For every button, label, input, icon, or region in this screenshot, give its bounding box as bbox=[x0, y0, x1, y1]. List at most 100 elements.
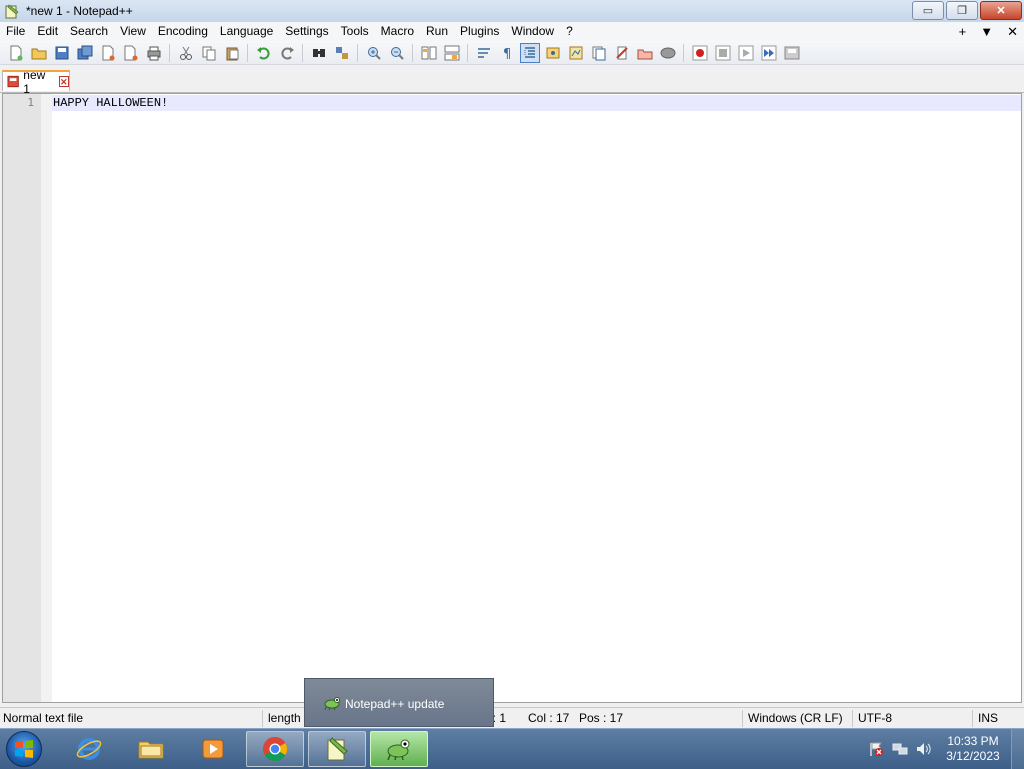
taskbar-internet-explorer[interactable] bbox=[60, 731, 118, 767]
internet-explorer-icon bbox=[76, 738, 102, 760]
document-map-icon[interactable] bbox=[567, 44, 585, 62]
record-macro-icon[interactable] bbox=[691, 44, 709, 62]
toolbar-separator bbox=[357, 43, 358, 62]
notepad-plus-plus-icon bbox=[5, 4, 19, 19]
print-icon[interactable] bbox=[145, 44, 163, 62]
tab-list-dropdown-icon[interactable]: ▼ bbox=[980, 22, 993, 41]
menu-view[interactable]: View bbox=[114, 22, 152, 41]
save-all-icon[interactable] bbox=[76, 44, 94, 62]
copy-icon[interactable] bbox=[200, 44, 218, 62]
menu-search[interactable]: Search bbox=[64, 22, 114, 41]
menu-encoding[interactable]: Encoding bbox=[152, 22, 214, 41]
toolbar-separator bbox=[467, 43, 468, 62]
clock-date: 3/12/2023 bbox=[946, 749, 1000, 763]
line-number-gutter: 1 bbox=[3, 94, 41, 702]
menu-plugins[interactable]: Plugins bbox=[454, 22, 505, 41]
line-number: 1 bbox=[27, 96, 34, 109]
save-macro-icon[interactable] bbox=[783, 44, 801, 62]
save-icon[interactable] bbox=[53, 44, 71, 62]
windows-logo-icon bbox=[15, 740, 33, 758]
comment-icon[interactable] bbox=[659, 44, 677, 62]
cut-icon[interactable] bbox=[177, 44, 195, 62]
toolbar: ¶ bbox=[0, 41, 1024, 65]
sync-vertical-icon[interactable] bbox=[420, 44, 438, 62]
close-document-icon[interactable]: ✕ bbox=[1007, 22, 1018, 41]
menu-edit[interactable]: Edit bbox=[31, 22, 64, 41]
play-macro-icon[interactable] bbox=[737, 44, 755, 62]
notepad-update-tooltip[interactable]: Notepad++ update bbox=[304, 678, 494, 727]
close-file-icon[interactable] bbox=[99, 44, 117, 62]
toolbar-separator bbox=[683, 43, 684, 62]
sync-horizontal-icon[interactable] bbox=[443, 44, 461, 62]
menu-macro[interactable]: Macro bbox=[375, 22, 420, 41]
taskbar-notepad-plus-plus[interactable] bbox=[308, 731, 366, 767]
new-file-icon[interactable] bbox=[7, 44, 25, 62]
update-chameleon-icon bbox=[324, 697, 340, 711]
undo-icon[interactable] bbox=[255, 44, 273, 62]
stop-macro-icon[interactable] bbox=[714, 44, 732, 62]
title-bar: *new 1 - Notepad++ ▭ ❐ ✕ bbox=[0, 0, 1024, 23]
editor-area[interactable]: 1 HAPPY HALLOWEEN! bbox=[2, 93, 1022, 703]
toolbar-separator bbox=[247, 43, 248, 62]
window-title: *new 1 - Notepad++ bbox=[26, 4, 133, 18]
add-tab-icon[interactable]: + bbox=[959, 22, 967, 41]
action-center-flag-icon[interactable] bbox=[868, 741, 884, 757]
taskbar-file-explorer[interactable] bbox=[122, 731, 180, 767]
status-column: Col : 17 bbox=[528, 711, 570, 725]
start-button[interactable] bbox=[6, 731, 42, 767]
show-desktop-button[interactable] bbox=[1011, 729, 1024, 769]
menu-tools[interactable]: Tools bbox=[335, 22, 375, 41]
chrome-icon bbox=[262, 737, 288, 762]
status-file-type: Normal text file bbox=[3, 711, 84, 725]
run-macro-multiple-icon[interactable] bbox=[760, 44, 778, 62]
tab-close-icon[interactable]: ✕ bbox=[58, 76, 69, 87]
close-all-icon[interactable] bbox=[122, 44, 140, 62]
zoom-out-icon[interactable] bbox=[388, 44, 406, 62]
fold-margin[interactable] bbox=[41, 94, 52, 702]
indent-guide-icon[interactable] bbox=[519, 42, 540, 63]
replace-icon[interactable] bbox=[333, 44, 351, 62]
status-encoding: UTF-8 bbox=[858, 711, 892, 725]
find-icon[interactable] bbox=[310, 44, 328, 62]
tab-new-1[interactable]: new 1 ✕ bbox=[2, 68, 70, 96]
status-divider bbox=[262, 710, 263, 727]
network-icon[interactable] bbox=[892, 741, 908, 757]
status-divider bbox=[972, 710, 973, 727]
volume-icon[interactable] bbox=[916, 741, 932, 757]
menu-window[interactable]: Window bbox=[505, 22, 560, 41]
paste-icon[interactable] bbox=[223, 44, 241, 62]
monitoring-icon[interactable] bbox=[636, 44, 654, 62]
word-wrap-icon[interactable] bbox=[475, 44, 493, 62]
minimize-button[interactable]: ▭ bbox=[912, 1, 944, 20]
toolbar-separator bbox=[302, 43, 303, 62]
toolbar-separator bbox=[412, 43, 413, 62]
user-defined-language-icon[interactable] bbox=[544, 44, 562, 62]
menu-settings[interactable]: Settings bbox=[279, 22, 334, 41]
code-line[interactable]: HAPPY HALLOWEEN! bbox=[53, 95, 168, 111]
folder-as-workspace-icon[interactable] bbox=[613, 44, 631, 62]
menu-run[interactable]: Run bbox=[420, 22, 454, 41]
folder-icon bbox=[138, 741, 164, 759]
taskbar-media-player[interactable] bbox=[184, 731, 242, 767]
taskbar-chrome[interactable] bbox=[246, 731, 304, 767]
svg-text:¶: ¶ bbox=[503, 47, 511, 61]
media-player-icon bbox=[202, 739, 224, 759]
function-list-icon[interactable] bbox=[590, 44, 608, 62]
open-file-icon[interactable] bbox=[30, 44, 48, 62]
system-tray: 10:33 PM 3/12/2023 bbox=[868, 729, 1024, 769]
close-icon: ✕ bbox=[996, 5, 1006, 17]
close-window-button[interactable]: ✕ bbox=[980, 1, 1022, 20]
redo-icon[interactable] bbox=[278, 44, 296, 62]
toolbar-separator bbox=[169, 43, 170, 62]
system-clock[interactable]: 10:33 PM 3/12/2023 bbox=[940, 734, 1006, 764]
minimize-icon: ▭ bbox=[922, 5, 934, 17]
menu-help[interactable]: ? bbox=[560, 22, 579, 41]
menu-file[interactable]: File bbox=[0, 22, 31, 41]
taskbar-notepad-update[interactable] bbox=[370, 731, 428, 767]
clock-time: 10:33 PM bbox=[947, 734, 999, 748]
status-length: length bbox=[268, 711, 301, 725]
show-all-characters-icon[interactable]: ¶ bbox=[498, 44, 516, 62]
maximize-button[interactable]: ❐ bbox=[946, 1, 978, 20]
zoom-in-icon[interactable] bbox=[365, 44, 383, 62]
menu-language[interactable]: Language bbox=[214, 22, 279, 41]
